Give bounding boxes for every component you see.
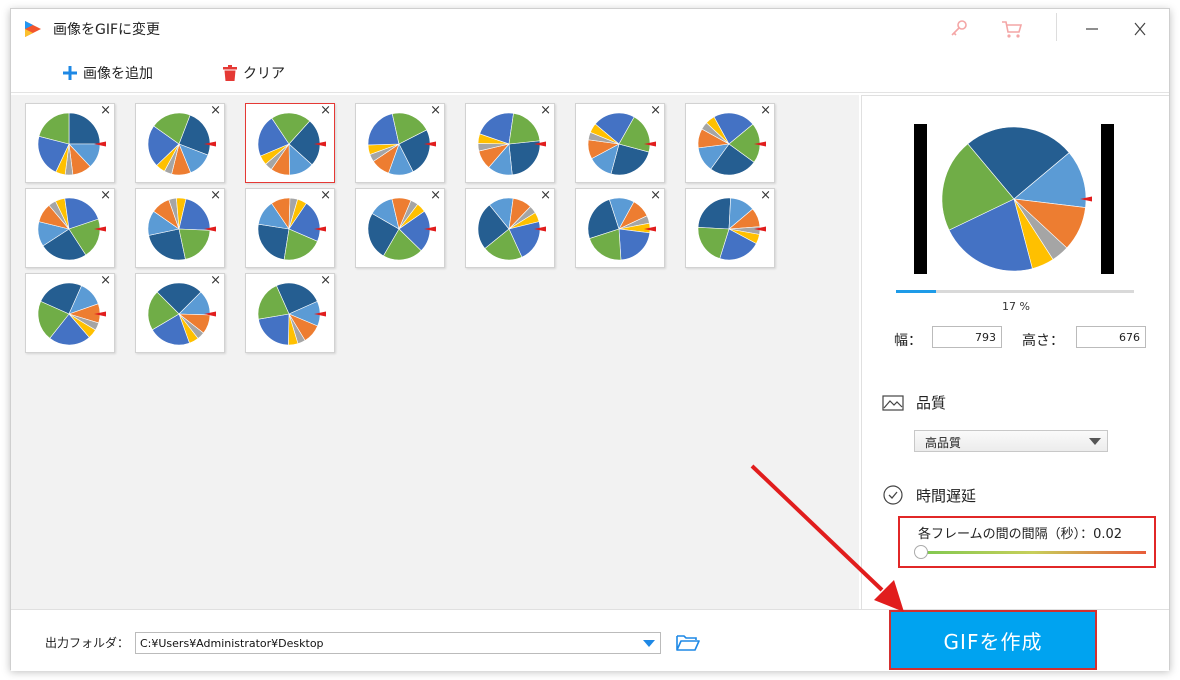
preview-progress-bar (896, 290, 1134, 293)
app-window: 画像をGIFに変更 画像を追加 クリア × × × × × × × × × × … (10, 8, 1170, 671)
delay-slider-handle[interactable] (914, 545, 928, 559)
frame-pie-image (257, 197, 326, 261)
output-folder-label: 出力フォルダ： (45, 636, 130, 650)
remove-frame-icon[interactable]: × (760, 104, 771, 118)
delay-highlight-box: 各フレームの間の間隔（秒）：0.02 (898, 516, 1156, 568)
frame-thumbnail[interactable]: × (355, 188, 445, 268)
quality-header: 品質 (882, 392, 946, 413)
remove-frame-icon[interactable]: × (540, 189, 551, 203)
frame-thumbnail[interactable]: × (25, 188, 115, 268)
frame-thumbnail[interactable]: × (685, 188, 775, 268)
width-input[interactable]: 793 (932, 326, 1002, 348)
key-icon[interactable] (949, 19, 969, 39)
thumbnail-grid: × × × × × × × × × × × × × × × × × (11, 95, 859, 609)
frame-pie-image (587, 197, 656, 261)
frame-thumbnail[interactable]: × (685, 103, 775, 183)
folder-open-icon[interactable] (676, 632, 700, 652)
frame-pie-image (477, 112, 546, 176)
frame-pie-image (37, 112, 106, 176)
frame-pie-image (477, 197, 546, 261)
delay-interval-text: 各フレームの間の間隔（秒）：0.02 (918, 523, 1122, 542)
frame-thumbnail[interactable]: × (135, 273, 225, 353)
frame-thumbnail[interactable]: × (245, 103, 335, 183)
toolbar: 画像を追加 クリア (11, 53, 1169, 93)
delay-header: 時間遅延 (882, 484, 976, 506)
frame-thumbnail[interactable]: × (575, 103, 665, 183)
trash-icon (223, 65, 237, 81)
progress-percent: 17 % (1002, 300, 1030, 313)
clear-label: クリア (243, 66, 285, 82)
frame-pie-image (587, 112, 656, 176)
frame-pie-image (367, 112, 436, 176)
app-logo-icon (25, 21, 41, 37)
height-label: 高さ： (1022, 333, 1064, 349)
quality-label: 品質 (916, 394, 947, 412)
title-bar: 画像をGIFに変更 (11, 9, 1169, 49)
remove-frame-icon[interactable]: × (650, 104, 661, 118)
bottom-bar: 出力フォルダ： C:¥Users¥Administrator¥Desktop G… (11, 609, 1169, 671)
add-image-label: 画像を追加 (83, 66, 153, 82)
delay-slider-track[interactable] (920, 551, 1146, 554)
remove-frame-icon[interactable]: × (760, 189, 771, 203)
frame-pie-image (37, 282, 106, 346)
remove-frame-icon[interactable]: × (320, 189, 331, 203)
frame-pie-image (697, 197, 766, 261)
window-title: 画像をGIFに変更 (53, 22, 161, 38)
title-separator (1056, 13, 1057, 41)
frame-pie-image (257, 112, 326, 176)
quality-selected-value: 高品質 (925, 436, 962, 450)
frame-pie-image (147, 197, 216, 261)
plus-icon (63, 66, 77, 80)
delay-interval-label: 各フレームの間の間隔（秒）： (918, 527, 1094, 542)
output-folder-path: C:¥Users¥Administrator¥Desktop (140, 637, 324, 650)
remove-frame-icon[interactable]: × (210, 104, 221, 118)
frame-pie-image (257, 282, 326, 346)
frame-thumbnail[interactable]: × (135, 103, 225, 183)
settings-panel: 17 % 幅： 793 高さ： 676 品質 高品質 時間遅延 各フレームの間の… (861, 95, 1169, 609)
remove-frame-icon[interactable]: × (430, 104, 441, 118)
frame-pie-image (37, 197, 106, 261)
remove-frame-icon[interactable]: × (210, 189, 221, 203)
remove-frame-icon[interactable]: × (650, 189, 661, 203)
quality-select[interactable]: 高品質 (914, 430, 1108, 452)
frame-pie-image (697, 112, 766, 176)
frame-thumbnail[interactable]: × (465, 188, 555, 268)
remove-frame-icon[interactable]: × (430, 189, 441, 203)
frame-thumbnail[interactable]: × (245, 188, 335, 268)
frame-pie-image (147, 282, 216, 346)
frame-thumbnail[interactable]: × (25, 103, 115, 183)
minimize-button[interactable] (1077, 17, 1107, 41)
frame-thumbnail[interactable]: × (25, 273, 115, 353)
remove-frame-icon[interactable]: × (100, 189, 111, 203)
remove-frame-icon[interactable]: × (210, 274, 221, 288)
frame-thumbnail[interactable]: × (135, 188, 225, 268)
delay-label: 時間遅延 (916, 486, 977, 505)
frame-thumbnail[interactable]: × (575, 188, 665, 268)
height-input[interactable]: 676 (1076, 326, 1146, 348)
remove-frame-icon[interactable]: × (100, 104, 111, 118)
frame-pie-image (367, 197, 436, 261)
chevron-down-icon[interactable] (643, 640, 655, 647)
image-icon (882, 394, 904, 411)
chevron-down-icon (1089, 438, 1101, 445)
remove-frame-icon[interactable]: × (320, 104, 331, 118)
remove-frame-icon[interactable]: × (100, 274, 111, 288)
width-label: 幅： (894, 333, 922, 349)
remove-frame-icon[interactable]: × (320, 274, 331, 288)
frame-thumbnail[interactable]: × (245, 273, 335, 353)
delay-interval-value: 0.02 (1093, 527, 1123, 542)
clear-button[interactable]: クリア (223, 62, 285, 84)
add-image-button[interactable]: 画像を追加 (63, 62, 153, 84)
progress-fill (896, 290, 937, 293)
frame-pie-image (147, 112, 216, 176)
remove-frame-icon[interactable]: × (540, 104, 551, 118)
cart-icon[interactable] (1001, 19, 1023, 39)
gif-preview (914, 124, 1114, 274)
frame-thumbnail[interactable]: × (355, 103, 445, 183)
frame-thumbnail[interactable]: × (465, 103, 555, 183)
create-gif-button[interactable]: GIFを作成 (889, 610, 1097, 670)
output-folder-combobox[interactable]: C:¥Users¥Administrator¥Desktop (135, 632, 661, 654)
check-circle-icon (883, 485, 903, 505)
close-button[interactable] (1125, 17, 1155, 41)
